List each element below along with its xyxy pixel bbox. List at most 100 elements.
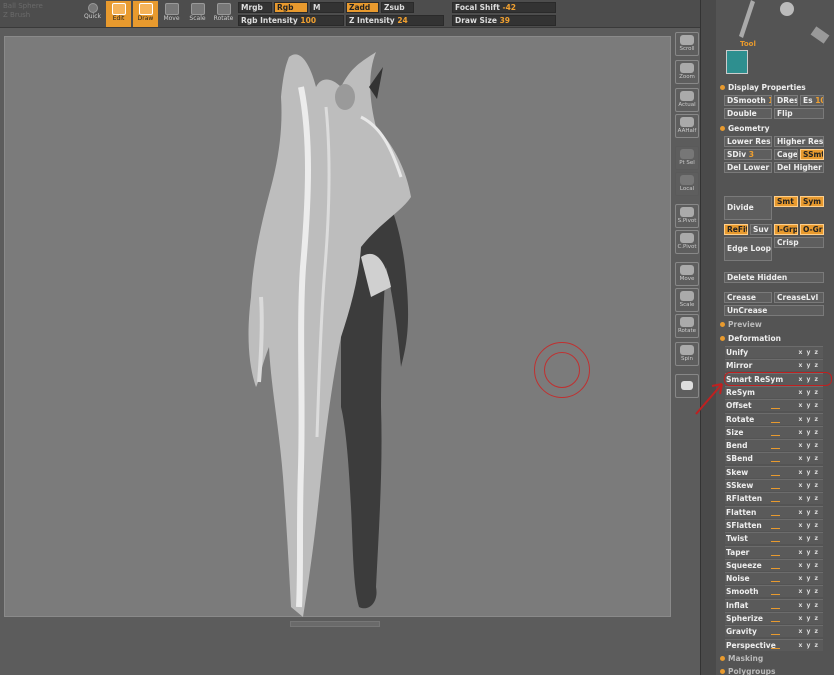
dsmooth-slider[interactable]: DSmooth 1 [724,95,772,106]
display-properties-header[interactable]: Display Properties [720,83,806,92]
lower-res-button[interactable]: Lower Res [724,136,772,147]
deformer-sflatten[interactable]: SFlatten x y z [725,518,823,531]
deformer-mirror[interactable]: Mirror x y z [725,359,823,372]
axis-toggle-xyz[interactable]: x y z [799,467,819,478]
higher-res-button[interactable]: Higher Res [774,136,824,147]
preview-header[interactable]: Preview [720,320,762,329]
panel-divider[interactable] [700,0,716,675]
slider-handle[interactable] [771,634,780,636]
sphere-icon[interactable] [780,2,794,16]
delete-hidden-button[interactable]: Delete Hidden [724,272,824,283]
deformer-gravity[interactable]: Gravity x y z [725,625,823,638]
uncrease-button[interactable]: UnCrease [724,305,824,316]
deformer-unify[interactable]: Unify x y z [725,346,823,358]
slider-handle[interactable] [771,647,780,649]
edit-button[interactable]: Edit [106,1,131,27]
axis-toggle-xyz[interactable]: x y z [799,520,819,531]
axis-toggle-xyz[interactable]: x y z [799,560,819,571]
axis-toggle-xyz[interactable]: x y z [799,453,819,464]
axis-toggle-xyz[interactable]: x y z [799,480,819,491]
move-button[interactable]: Move [159,1,184,27]
dres-slider[interactable]: DRes [774,95,798,106]
spin-button[interactable]: Spin [675,342,699,366]
spivot-button[interactable]: S.Pivot [675,204,699,228]
slider-handle[interactable] [771,527,780,529]
axis-toggle-xyz[interactable]: x y z [799,507,819,518]
refit-button[interactable]: ReFit [724,224,748,235]
dock-rotate-button[interactable]: Rotate [675,314,699,338]
axis-toggle-xyz[interactable]: x y z [799,613,819,624]
deformer-inflat[interactable]: Inflat x y z [725,598,823,611]
axis-toggle-xyz[interactable]: x y z [799,493,819,504]
quick-button[interactable]: Quick [80,1,105,27]
deformer-noise[interactable]: Noise x y z [725,572,823,585]
smt-button[interactable]: Smt [774,196,798,207]
slider-handle[interactable] [771,541,780,543]
slider-handle[interactable] [771,607,780,609]
slider-handle[interactable] [771,488,780,489]
edge-loop-button[interactable]: Edge Loop [724,237,772,261]
suv-button[interactable]: Suv [750,224,772,235]
actual-button[interactable]: Actual [675,88,699,112]
rgb-button[interactable]: Rgb [274,2,308,13]
slider-handle[interactable] [771,408,780,410]
slider-handle[interactable] [771,554,780,556]
slider-handle[interactable] [771,594,780,596]
slider-handle[interactable] [771,514,780,516]
deformer-taper[interactable]: Taper x y z [725,545,823,558]
zsub-button[interactable]: Zsub [381,2,414,13]
axis-toggle-xyz[interactable]: x y z [799,626,819,637]
scale-button[interactable]: Scale [185,1,210,27]
m-button[interactable]: M [310,2,344,13]
sym-button[interactable]: Sym [800,196,824,207]
del-higher-button[interactable]: Del Higher [774,162,824,173]
ogrp-button[interactable]: O-Grp [800,224,824,235]
slider-handle[interactable] [771,581,780,583]
axis-toggle-xyz[interactable]: x y z [799,533,819,544]
axis-toggle-xyz[interactable]: x y z [799,400,819,411]
ssmt-button[interactable]: SSmt [800,149,824,160]
del-lower-button[interactable]: Del Lower [724,162,772,173]
rgb-intensity-slider[interactable]: Rgb Intensity 100 [238,15,344,26]
scroll-button[interactable]: Scroll [675,32,699,56]
tool-thumbnail[interactable] [726,50,748,74]
z-intensity-slider[interactable]: Z Intensity 24 [346,15,444,26]
deformer-smooth[interactable]: Smooth x y z [725,585,823,598]
masking-header[interactable]: Masking [720,654,763,663]
slider-handle[interactable] [771,421,780,423]
deformer-offset[interactable]: Offset x y z [725,399,823,412]
creaselvl-slider[interactable]: CreaseLvl [774,292,824,303]
axis-toggle-xyz[interactable]: x y z [799,547,819,558]
axis-toggle-xyz[interactable]: x y z [799,586,819,597]
deformer-squeeze[interactable]: Squeeze x y z [725,558,823,571]
divide-button[interactable]: Divide [724,196,772,220]
deformer-rflatten[interactable]: RFlatten x y z [725,492,823,505]
deformer-resym[interactable]: ReSym x y z [725,385,823,398]
draw-button[interactable]: Draw [133,1,158,27]
dock-move-button[interactable]: Move [675,262,699,286]
geometry-header[interactable]: Geometry [720,124,769,133]
axis-toggle-xyz[interactable]: x y z [799,414,819,425]
tool-label[interactable]: Tool [740,40,756,48]
document-canvas[interactable] [4,36,671,617]
slider-handle[interactable] [771,567,780,569]
mrgb-button[interactable]: Mrgb [238,2,272,13]
cylinder-icon[interactable] [810,26,830,44]
deformer-perspective[interactable]: Perspective x y z [725,638,823,651]
slider-handle[interactable] [771,461,780,463]
flip-button[interactable]: Flip [774,108,824,119]
axis-toggle-xyz[interactable]: x y z [799,440,819,451]
es-slider[interactable]: Es 10 [800,95,824,106]
axis-toggle-xyz[interactable]: x y z [799,387,819,398]
deformer-twist[interactable]: Twist x y z [725,532,823,545]
focal-shift-slider[interactable]: Focal Shift -42 [452,2,556,13]
deformer-rotate[interactable]: Rotate x y z [725,412,823,425]
deformer-flatten[interactable]: Flatten x y z [725,505,823,518]
polygroups-header[interactable]: Polygroups [720,667,776,675]
draw-size-slider[interactable]: Draw Size 39 [452,15,556,26]
cage-button[interactable]: Cage [774,149,798,160]
axis-toggle-xyz[interactable]: x y z [799,573,819,584]
deformer-sskew[interactable]: SSkew x y z [725,479,823,491]
crease-button[interactable]: Crease [724,292,772,303]
deformer-spherize[interactable]: Spherize x y z [725,612,823,624]
